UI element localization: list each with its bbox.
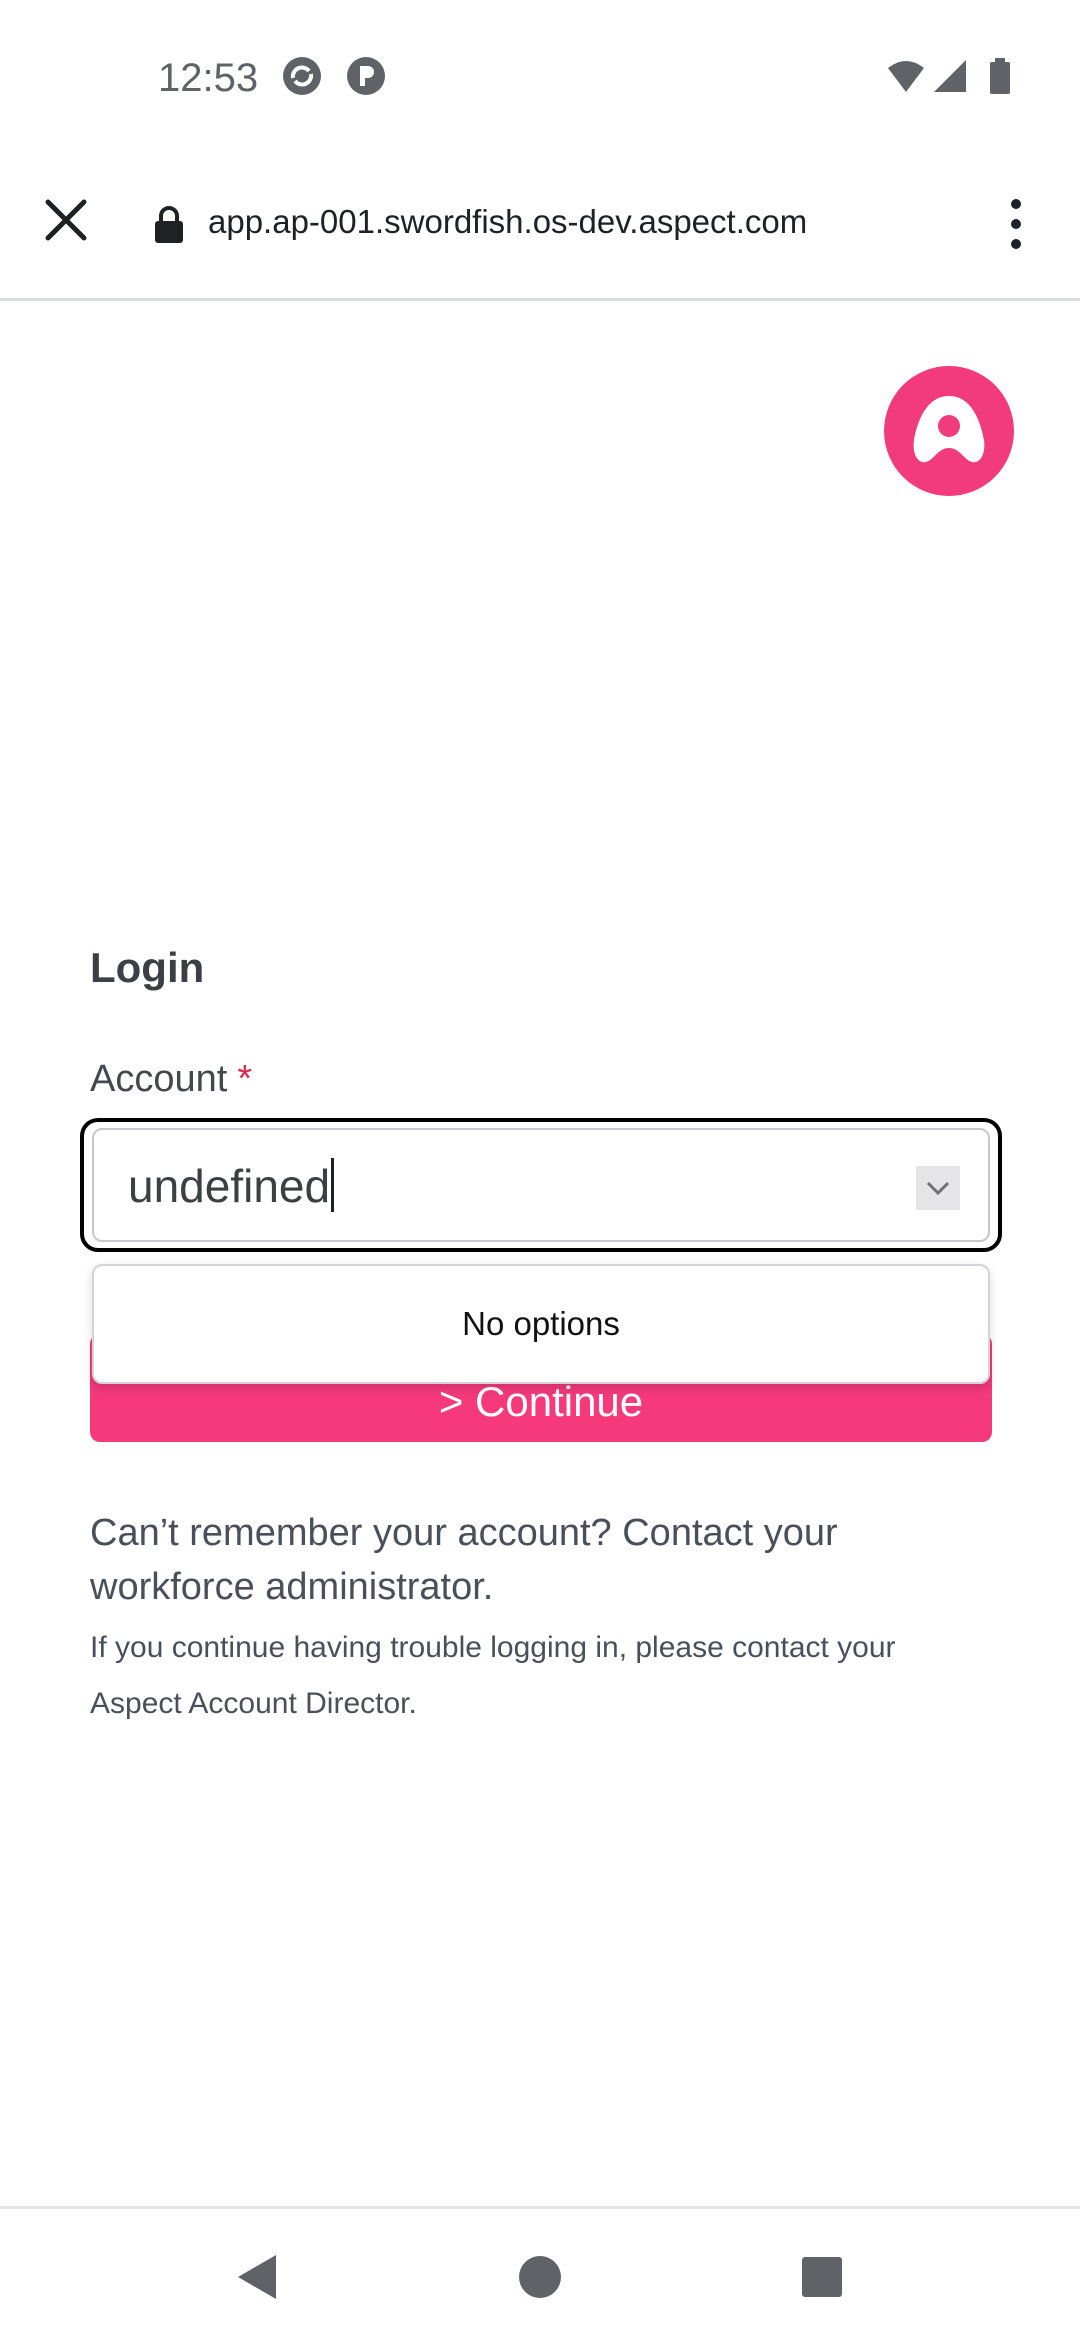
help-text: Can’t remember your account? Contact you… (90, 1512, 838, 1608)
aspect-logo-icon (884, 366, 1014, 496)
account-input-value: undefined (128, 1160, 331, 1212)
account-input-box[interactable]: undefined (92, 1128, 990, 1242)
recents-icon[interactable] (792, 2247, 852, 2307)
close-icon[interactable] (36, 190, 96, 250)
required-marker: * (237, 1058, 253, 1100)
login-title: Login (90, 944, 205, 991)
help-subtext: If you continue having trouble logging i… (90, 1631, 896, 1720)
account-label-text: Account (90, 1058, 228, 1100)
account-select[interactable]: undefined (80, 1118, 1002, 1252)
url-text[interactable]: app.ap-001.swordfish.os-dev.aspect.com (208, 196, 807, 248)
no-options-text: No options (462, 1305, 620, 1342)
status-bar: 12:53 (0, 0, 1080, 150)
system-nav-bar (0, 2206, 1080, 2343)
home-icon[interactable] (510, 2247, 570, 2307)
account-label: Account * (90, 1054, 252, 1104)
account-input[interactable]: undefined (128, 1158, 335, 1214)
back-icon[interactable] (228, 2247, 288, 2307)
sync-icon (283, 57, 321, 95)
wifi-icon (888, 61, 924, 92)
battery-icon (990, 58, 1010, 94)
account-dropdown: No options (92, 1264, 990, 1384)
text-cursor (331, 1158, 335, 1212)
cellular-signal-icon (934, 60, 966, 92)
more-vert-icon[interactable] (996, 194, 1036, 254)
lock-icon (155, 206, 183, 243)
status-time: 12:53 (158, 56, 259, 100)
app-notification-icon (347, 57, 385, 95)
browser-toolbar: app.ap-001.swordfish.os-dev.aspect.com (0, 150, 1080, 301)
chevron-down-icon[interactable] (916, 1166, 960, 1210)
